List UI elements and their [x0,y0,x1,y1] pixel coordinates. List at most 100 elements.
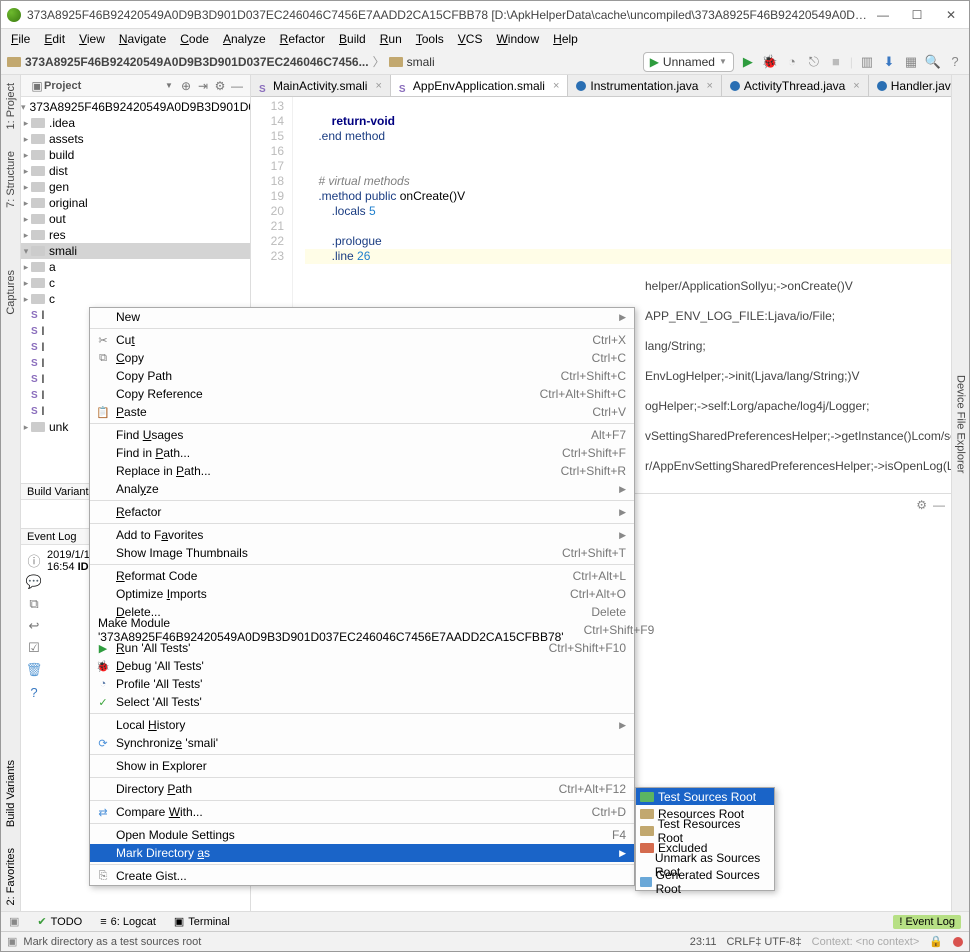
menu-item[interactable]: ◔Profile 'All Tests' [90,675,634,693]
menu-item[interactable]: Show Image ThumbnailsCtrl+Shift+T [90,544,634,562]
event-log-tab[interactable]: ! Event Log [893,915,961,929]
close-icon[interactable]: × [853,80,859,92]
close-icon[interactable]: × [375,80,381,92]
maximize-button[interactable]: ☐ [905,8,929,22]
rail-build-variants[interactable]: Build Variants [5,760,17,827]
menu-build[interactable]: Build [333,30,372,48]
caret-position[interactable]: 23:11 [690,936,717,948]
menu-view[interactable]: View [73,30,111,48]
submenu-item[interactable]: Generated Sources Root [636,873,774,890]
tree-node[interactable]: ▸gen [21,179,250,195]
menu-item[interactable]: Show in Explorer [90,757,634,775]
editor-tab[interactable]: MainActivity.smali× [251,75,391,96]
todo-tab[interactable]: ✔TODO [37,915,82,928]
dropdown-icon[interactable]: ▼ [162,79,176,93]
status-icon[interactable]: ▣ [7,935,17,948]
hide-icon[interactable]: — [230,79,244,93]
editor-tab[interactable]: Handler.java× [869,75,951,96]
attach-button[interactable]: ⎋ [806,54,822,70]
run-config-selector[interactable]: ▶ Unnamed ▼ [643,52,734,72]
menu-item[interactable]: ✂CutCtrl+X [90,331,634,349]
menu-code[interactable]: Code [174,30,215,48]
menu-item[interactable]: ⟳Synchronize 'smali' [90,734,634,752]
profile-button[interactable]: ◔ [784,54,800,70]
menu-item[interactable]: 📋PasteCtrl+V [90,403,634,421]
run-button[interactable]: ▶ [740,54,756,70]
menu-item[interactable]: Refactor▶ [90,503,634,521]
menu-item[interactable]: Reformat CodeCtrl+Alt+L [90,567,634,585]
close-button[interactable]: ✕ [939,8,963,22]
rail-device-explorer[interactable]: Device File Explorer [955,375,967,473]
wrap-icon[interactable]: ↩ [27,619,41,633]
editor-tab[interactable]: Instrumentation.java× [568,75,722,96]
gear-icon[interactable]: ⚙ [916,498,927,512]
line-separator[interactable]: CRLF‡ UTF-8‡ [726,936,801,948]
terminal-tab[interactable]: ▣Terminal [174,915,230,928]
editor-tab[interactable]: AppEnvApplication.smali× [391,75,569,96]
menu-item[interactable]: 🐞Debug 'All Tests' [90,657,634,675]
menu-item[interactable]: Open Module SettingsF4 [90,826,634,844]
stop-button[interactable]: ■ [828,54,844,70]
trash-icon[interactable]: 🗑 [27,663,41,677]
tree-node[interactable]: ▾ 373A8925F46B92420549A0D9B3D901D0 [21,99,250,115]
lock-icon[interactable]: 🔒 [929,935,943,948]
tree-node[interactable]: ▸c [21,291,250,307]
menu-item[interactable]: Mark Directory as▶ [90,844,634,862]
menu-item[interactable]: Add to Favorites▶ [90,526,634,544]
tree-node[interactable]: ▸out [21,211,250,227]
avd-button[interactable]: ▥ [859,54,875,70]
tree-node[interactable]: ▸build [21,147,250,163]
menu-item[interactable]: ▶Run 'All Tests'Ctrl+Shift+F10 [90,639,634,657]
menu-item[interactable]: Copy ReferenceCtrl+Alt+Shift+C [90,385,634,403]
menu-item[interactable]: Directory PathCtrl+Alt+F12 [90,780,634,798]
tree-node[interactable]: ▸.idea [21,115,250,131]
menu-item[interactable]: Find in Path...Ctrl+Shift+F [90,444,634,462]
help-button[interactable]: ? [947,54,963,70]
tree-node[interactable]: ▸original [21,195,250,211]
search-button[interactable]: 🔍 [925,54,941,70]
tree-node[interactable]: ▸dist [21,163,250,179]
debug-button[interactable]: 🐞 [762,54,778,70]
menu-item[interactable]: Copy PathCtrl+Shift+C [90,367,634,385]
tree-node[interactable]: ▾smali [21,243,250,259]
error-indicator-icon[interactable] [953,937,963,947]
tree-node[interactable]: ▸assets [21,131,250,147]
menu-analyze[interactable]: Analyze [217,30,272,48]
menu-item[interactable]: Make Module '373A8925F46B92420549A0D9B3D… [90,621,634,639]
menu-item[interactable]: New▶ [90,308,634,326]
tree-node[interactable]: ▸a [21,259,250,275]
help-icon[interactable]: ? [27,685,41,699]
sdk-button[interactable]: ⬇ [881,54,897,70]
rail-favorites[interactable]: 2: Favorites [5,848,17,905]
rail-captures[interactable]: Captures [5,270,17,315]
tree-node[interactable]: ▸res [21,227,250,243]
menu-run[interactable]: Run [374,30,408,48]
info-icon[interactable]: ⓘ [27,553,41,567]
menu-item[interactable]: Replace in Path...Ctrl+Shift+R [90,462,634,480]
minimize-icon[interactable]: — [933,498,945,512]
menu-item[interactable]: Local History▶ [90,716,634,734]
collapse-icon[interactable]: ⇥ [196,79,210,93]
menu-file[interactable]: File [5,30,36,48]
menu-tools[interactable]: Tools [410,30,450,48]
menu-help[interactable]: Help [547,30,584,48]
menu-item[interactable]: ✓Select 'All Tests' [90,693,634,711]
logcat-tab[interactable]: ≡6: Logcat [100,916,156,928]
context-submenu[interactable]: Test Sources RootResources RootTest Reso… [635,787,775,891]
menu-item[interactable]: ⇄Compare With...Ctrl+D [90,803,634,821]
menu-window[interactable]: Window [490,30,545,48]
close-icon[interactable]: × [553,80,559,92]
menu-item[interactable]: Analyze▶ [90,480,634,498]
submenu-item[interactable]: Test Sources Root [636,788,774,805]
menu-navigate[interactable]: Navigate [113,30,172,48]
project-structure-button[interactable]: ▦ [903,54,919,70]
breadcrumb[interactable]: 373A8925F46B92420549A0D9B3D901D037EC2460… [7,53,639,70]
settings-icon[interactable]: ⚙ [213,79,227,93]
menu-refactor[interactable]: Refactor [274,30,331,48]
rail-structure[interactable]: 7: Structure [5,151,17,208]
context-selector[interactable]: Context: <no context> [812,936,920,948]
menu-item[interactable]: Find UsagesAlt+F7 [90,426,634,444]
tree-node[interactable]: ▸c [21,275,250,291]
close-icon[interactable]: × [706,80,712,92]
filter-icon[interactable]: ⧉ [27,597,41,611]
